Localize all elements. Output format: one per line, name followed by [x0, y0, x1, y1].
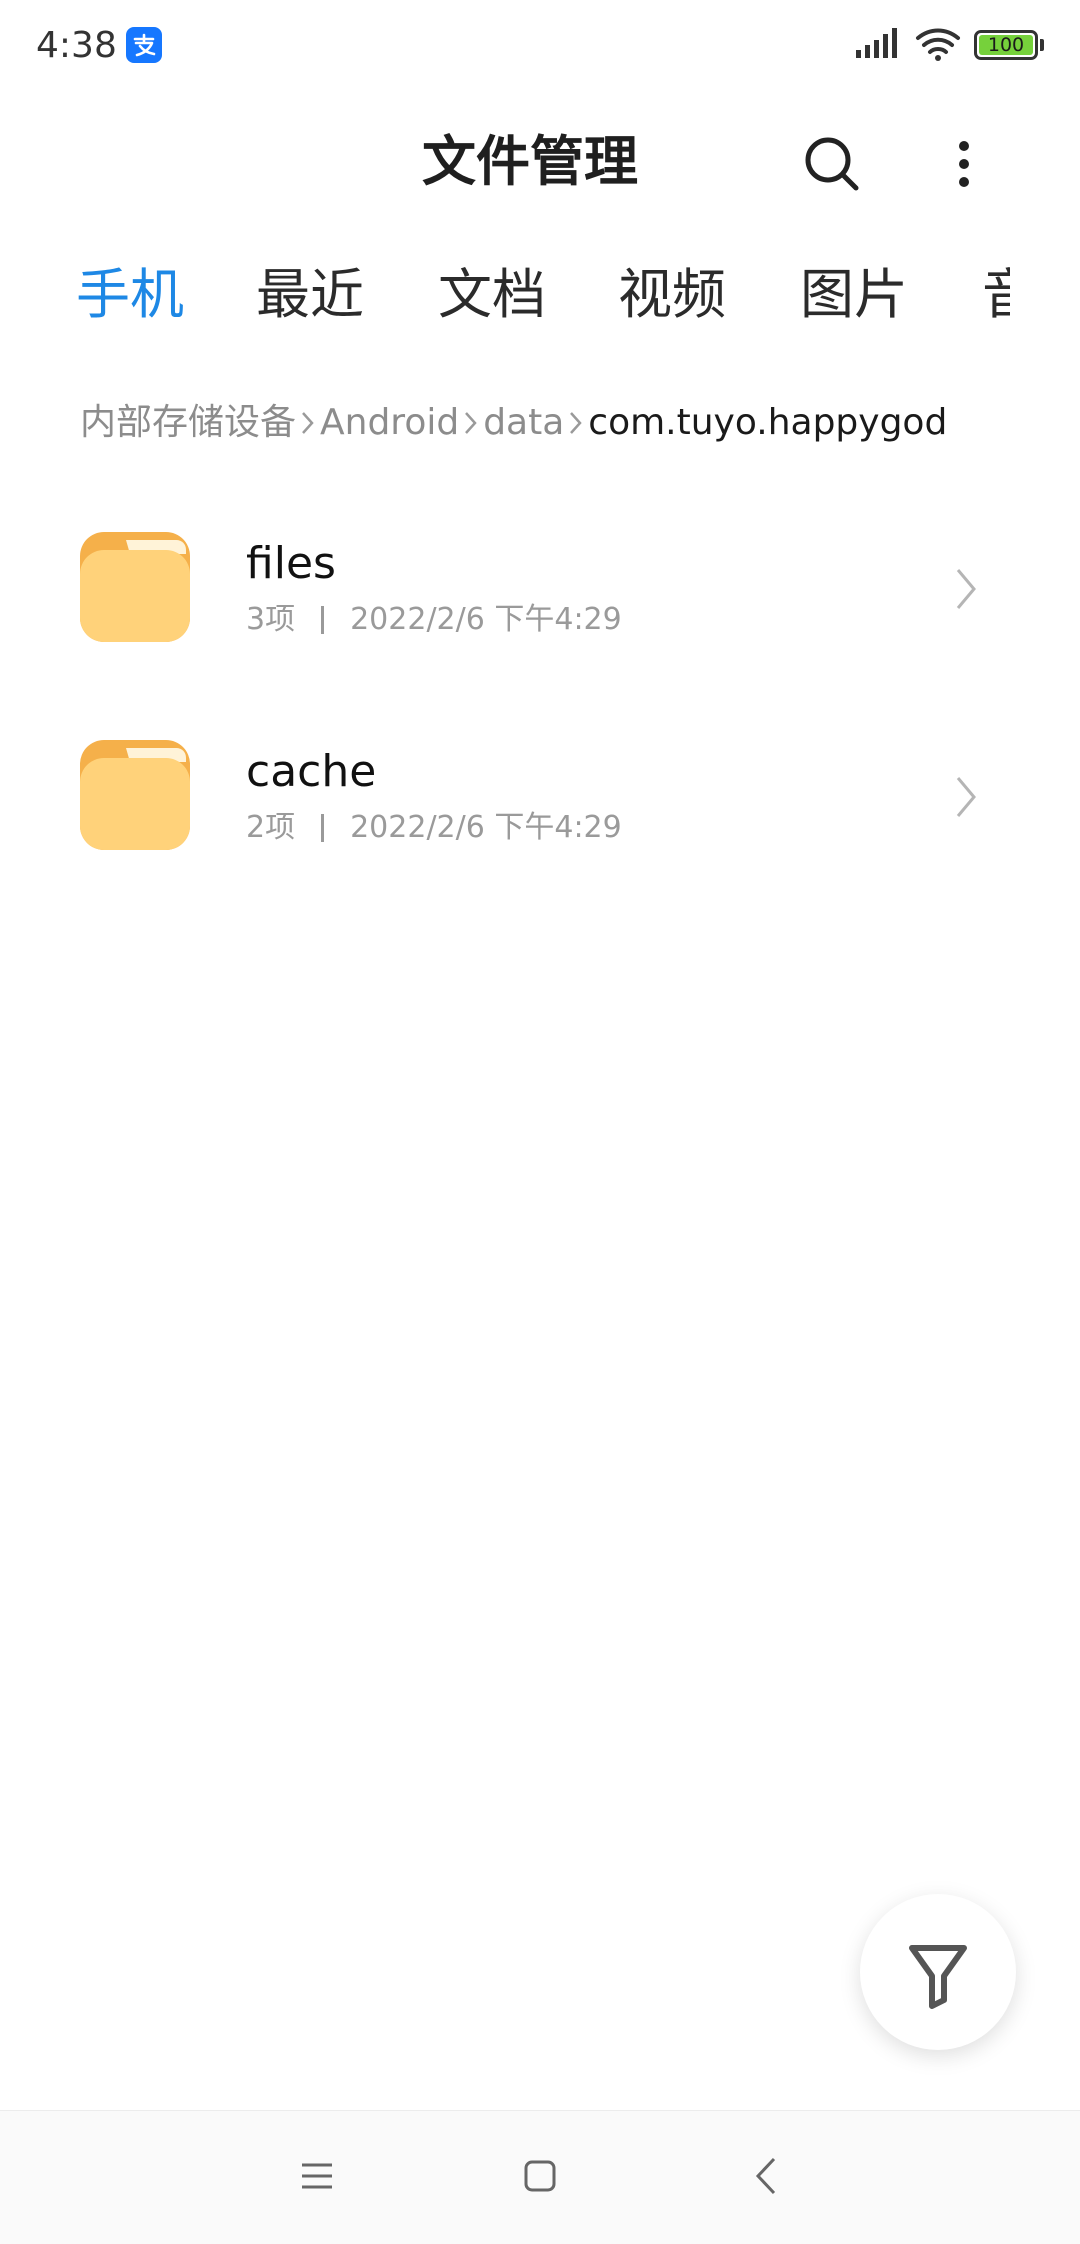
status-bar: 4:38 100 [0, 0, 1080, 92]
breadcrumb-internal-storage[interactable]: 内部存储设备 [80, 396, 296, 450]
list-item[interactable]: files 3项 2022/2/6 下午4:29 [0, 484, 1080, 692]
chevron-right-icon [956, 569, 976, 609]
status-time: 4:38 [36, 25, 117, 66]
filter-button[interactable] [860, 1894, 1016, 2050]
battery-level: 100 [987, 34, 1025, 56]
list-item[interactable]: cache 2项 2022/2/6 下午4:29 [0, 692, 1080, 900]
battery-icon: 100 [974, 30, 1038, 60]
search-icon [805, 137, 859, 191]
chevron-right-icon [459, 396, 483, 450]
folder-icon [80, 532, 190, 642]
category-tabs: 手机 最近 文档 视频 图片 音 [0, 250, 1010, 340]
folder-icon [80, 740, 190, 850]
file-name: cache [246, 746, 377, 797]
file-name: files [246, 538, 336, 589]
chevron-right-icon [956, 777, 976, 817]
file-item-count: 3项 [246, 602, 296, 637]
back-icon [755, 2157, 776, 2195]
page-title: 文件管理 [422, 130, 638, 193]
file-date: 2022/2/6 下午4:29 [350, 602, 622, 637]
tab-music[interactable]: 音 [982, 250, 1010, 340]
tab-documents[interactable]: 文档 [438, 250, 546, 340]
tab-phone[interactable]: 手机 [76, 250, 184, 340]
home-button[interactable] [505, 2141, 575, 2211]
tab-recent[interactable]: 最近 [256, 250, 364, 340]
file-meta: 3项 2022/2/6 下午4:29 [246, 600, 622, 640]
more-vertical-icon [959, 141, 969, 187]
file-meta: 2项 2022/2/6 下午4:29 [246, 808, 622, 848]
breadcrumb: 内部存储设备 Android data com.tuyo.happygod [80, 396, 947, 450]
breadcrumb-current-folder: com.tuyo.happygod [588, 402, 948, 443]
alipay-icon [126, 27, 162, 63]
signal-icon [856, 28, 897, 58]
more-options-button[interactable] [940, 130, 990, 200]
file-item-count: 2项 [246, 810, 296, 845]
wifi-icon [916, 28, 960, 61]
search-button[interactable] [798, 130, 868, 200]
home-icon [524, 2160, 556, 2192]
file-date: 2022/2/6 下午4:29 [350, 810, 622, 845]
breadcrumb-data[interactable]: data [483, 396, 564, 450]
chevron-right-icon [296, 396, 320, 450]
menu-icon [302, 2163, 332, 2189]
back-button[interactable] [732, 2141, 802, 2211]
breadcrumb-android[interactable]: Android [320, 396, 459, 450]
tab-images[interactable]: 图片 [800, 250, 908, 340]
navigation-bar [0, 2110, 1080, 2244]
chevron-right-icon [564, 396, 588, 450]
filter-icon [909, 1945, 967, 2009]
tab-videos[interactable]: 视频 [618, 250, 726, 340]
menu-button[interactable] [282, 2141, 352, 2211]
